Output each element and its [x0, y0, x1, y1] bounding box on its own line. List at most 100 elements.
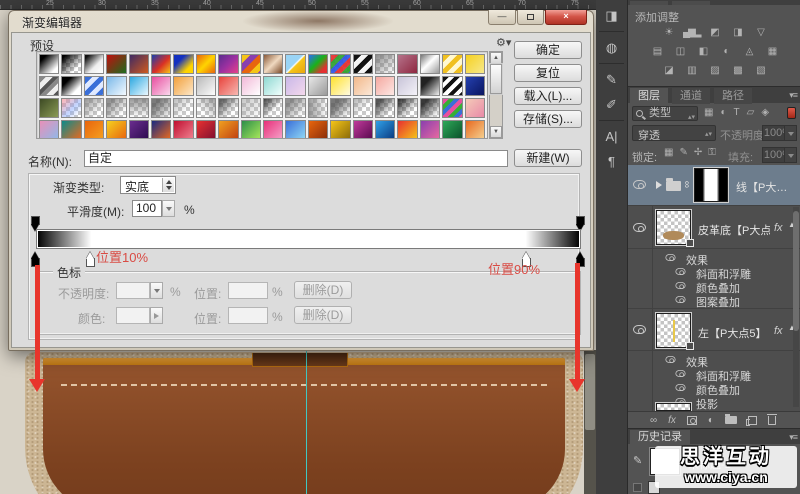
preset-swatch[interactable]: [442, 98, 462, 118]
preset-swatch[interactable]: [308, 98, 328, 118]
preset-swatch[interactable]: [285, 98, 305, 118]
curves-icon[interactable]: ◩: [706, 26, 722, 39]
maximize-button[interactable]: [517, 10, 544, 25]
new-group-icon[interactable]: [725, 416, 737, 424]
preset-swatch[interactable]: [465, 120, 485, 139]
black-white-icon[interactable]: ◧: [695, 45, 711, 58]
visibility-toggle[interactable]: [633, 180, 646, 192]
invert-icon[interactable]: ◪: [660, 64, 676, 77]
preset-swatch[interactable]: [196, 120, 216, 139]
layer-row-group[interactable]: ∞ 线【P大…: [628, 165, 800, 206]
preset-swatch[interactable]: [218, 98, 238, 118]
dock-brush-icon[interactable]: ✎: [600, 71, 624, 89]
threshold-icon[interactable]: ▨: [706, 64, 722, 77]
dock-character-icon[interactable]: A|: [600, 128, 624, 146]
dock-paragraph-icon[interactable]: ¶: [600, 153, 624, 171]
ok-button[interactable]: 确定: [514, 41, 582, 59]
preset-swatch[interactable]: [106, 98, 126, 118]
preset-swatch[interactable]: [39, 120, 59, 139]
color-lookup-icon[interactable]: ▦: [764, 45, 780, 58]
filter-pixel-layers-icon[interactable]: ▦: [704, 107, 713, 118]
panel-menu-icon[interactable]: ▾≡: [789, 90, 797, 101]
preset-swatch[interactable]: [61, 120, 81, 139]
name-input[interactable]: 自定: [84, 150, 508, 167]
canvas-scrollbar[interactable]: [584, 350, 596, 494]
preset-swatch[interactable]: [84, 98, 104, 118]
gradient-preview-bar[interactable]: [36, 229, 581, 249]
effect-row[interactable]: 颜色叠加: [628, 279, 800, 293]
scroll-thumb[interactable]: [490, 64, 502, 94]
preset-swatch[interactable]: [218, 54, 238, 74]
preset-swatch[interactable]: [353, 54, 373, 74]
brightness-contrast-icon[interactable]: ☀: [660, 26, 676, 39]
delete-layer-icon[interactable]: [768, 416, 776, 425]
filter-smart-objects-icon[interactable]: ◈: [761, 107, 769, 118]
preset-swatch[interactable]: [465, 76, 485, 96]
effect-visibility[interactable]: [674, 267, 687, 279]
preset-swatch[interactable]: [241, 98, 261, 118]
visibility-toggle[interactable]: [633, 223, 646, 235]
preset-swatch[interactable]: [129, 120, 149, 139]
preset-swatch[interactable]: [106, 76, 126, 96]
hue-saturation-icon[interactable]: ▤: [649, 45, 665, 58]
preset-swatch[interactable]: [151, 54, 171, 74]
preset-swatch[interactable]: [129, 76, 149, 96]
preset-swatch[interactable]: [330, 98, 350, 118]
preset-swatch[interactable]: [375, 120, 395, 139]
filter-toggle-switch[interactable]: [787, 107, 796, 119]
new-button[interactable]: 新建(W): [514, 149, 582, 167]
tab-channels[interactable]: 通道: [672, 88, 710, 104]
effect-row[interactable]: 投影: [628, 395, 800, 409]
load-button[interactable]: 载入(L)...: [514, 87, 582, 105]
preset-swatch[interactable]: [397, 76, 417, 96]
preset-swatch[interactable]: [375, 98, 395, 118]
levels-icon[interactable]: ▄▆▂: [683, 26, 699, 39]
preset-swatch[interactable]: [61, 54, 81, 74]
preset-swatch[interactable]: [375, 76, 395, 96]
preset-swatch[interactable]: [353, 98, 373, 118]
scroll-up-arrow[interactable]: ▲: [490, 52, 502, 64]
link-layers-icon[interactable]: ∞: [650, 415, 657, 426]
scroll-down-arrow[interactable]: ▼: [490, 126, 502, 138]
tab-stub[interactable]: [672, 1, 710, 5]
panel-menu-icon[interactable]: ▾≡: [789, 432, 797, 443]
effect-visibility[interactable]: [674, 295, 687, 307]
preset-swatch[interactable]: [241, 76, 261, 96]
lock-pixels-icon[interactable]: ✎: [679, 147, 687, 158]
ruler[interactable]: 2530354045505560657075: [0, 0, 596, 10]
preset-swatch[interactable]: [218, 76, 238, 96]
preset-swatch[interactable]: [330, 54, 350, 74]
smoothness-dropdown-arrow[interactable]: [162, 200, 175, 217]
effects-row[interactable]: 效果: [628, 251, 800, 265]
preset-swatch[interactable]: [106, 120, 126, 139]
preset-swatch[interactable]: [285, 76, 305, 96]
preset-swatch[interactable]: [129, 98, 149, 118]
preset-swatch[interactable]: [84, 54, 104, 74]
minimize-button[interactable]: —: [488, 10, 516, 25]
preset-swatch[interactable]: [84, 76, 104, 96]
preset-swatch[interactable]: [375, 54, 395, 74]
canvas-scrollbar-thumb[interactable]: [585, 354, 595, 430]
filter-type-layers-icon[interactable]: T: [734, 107, 740, 118]
preset-swatch[interactable]: [151, 120, 171, 139]
preset-swatch[interactable]: [420, 54, 440, 74]
dock-tool-presets-icon[interactable]: ✐: [600, 96, 624, 114]
preset-swatch[interactable]: [129, 54, 149, 74]
vibrance-icon[interactable]: ▽: [752, 26, 768, 39]
photo-filter-icon[interactable]: ◐: [718, 45, 734, 58]
preset-swatch[interactable]: [39, 76, 59, 96]
effects-row[interactable]: 效果: [628, 353, 800, 367]
layer-row[interactable]: 左【P大点5】 fx ▲: [628, 308, 800, 351]
preset-swatch[interactable]: [39, 54, 59, 74]
preset-swatch[interactable]: [308, 76, 328, 96]
close-button[interactable]: ×: [545, 10, 587, 25]
visibility-toggle[interactable]: [633, 325, 646, 337]
preset-swatch[interactable]: [173, 76, 193, 96]
guide-line[interactable]: [306, 350, 307, 494]
posterize-icon[interactable]: ▥: [683, 64, 699, 77]
filter-adjustment-layers-icon[interactable]: ◐: [720, 107, 726, 118]
preset-swatch[interactable]: [61, 98, 81, 118]
effect-row[interactable]: 斜面和浮雕: [628, 367, 800, 381]
channel-mixer-icon[interactable]: ◬: [741, 45, 757, 58]
preset-swatch[interactable]: [241, 120, 261, 139]
